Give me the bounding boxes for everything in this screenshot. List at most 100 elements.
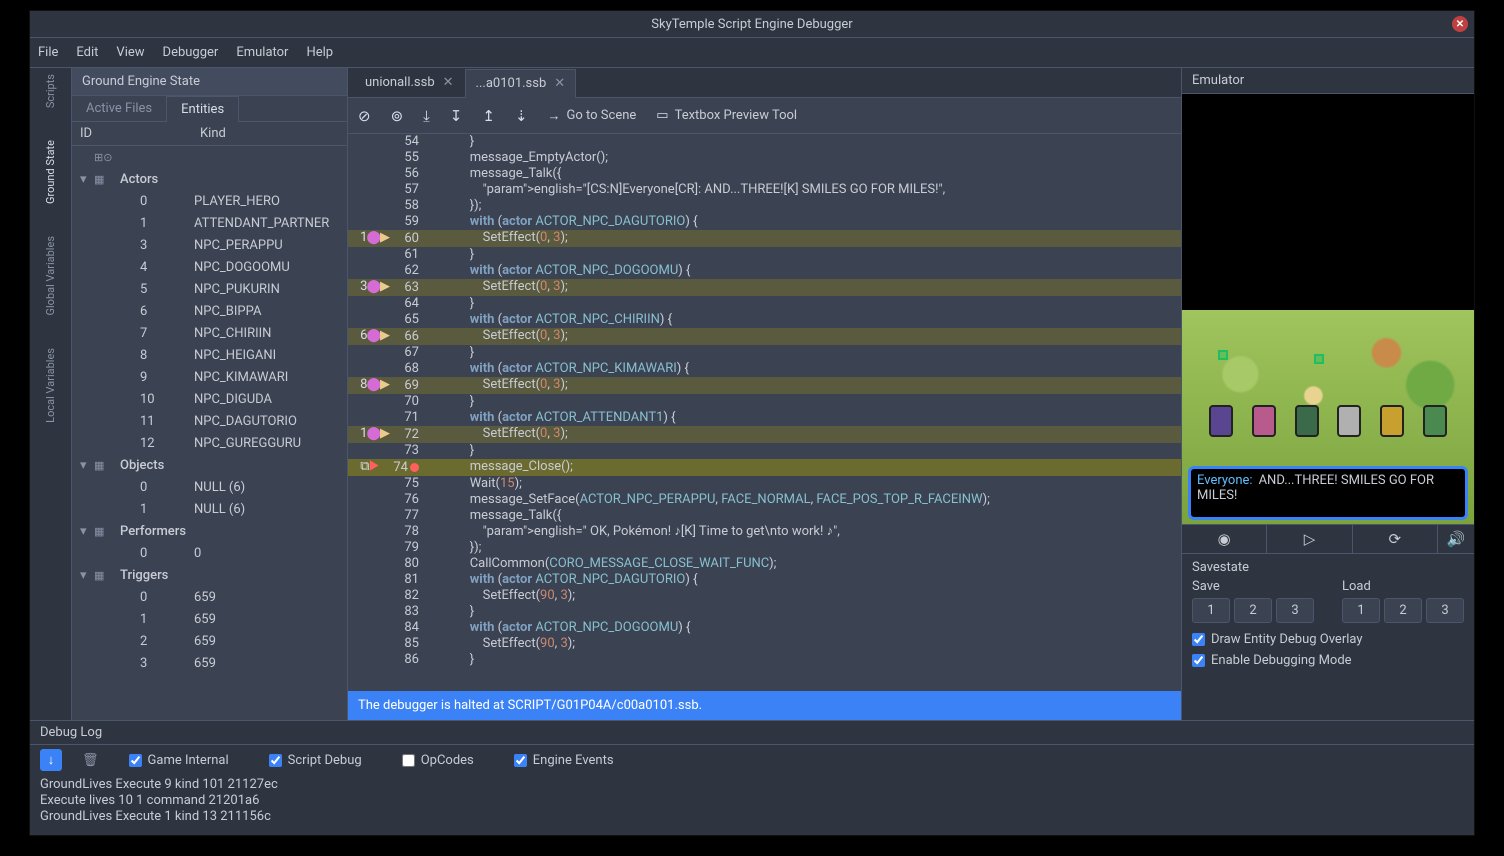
file-tab-unionall[interactable]: unionall.ssb ✕ [354,68,465,97]
debugmode-checkbox[interactable]: Enable Debugging Mode [1182,650,1474,671]
tree-item[interactable]: 10NPC_DIGUDA [72,388,347,410]
code-line[interactable]: 76 message_SetFace(ACTOR_NPC_PERAPPU, FA… [348,492,1181,508]
sidetab-local-variables[interactable]: Local Variables [44,348,57,423]
entity-tree[interactable]: ⊞⊙▾▦Actors0PLAYER_HERO1ATTENDANT_PARTNER… [72,146,347,720]
code-line[interactable]: 8⬤▶69 SetEffect(0, 3); [348,377,1181,394]
menu-view[interactable]: View [116,45,144,60]
tree-item[interactable]: 5NPC_PUKURIN [72,278,347,300]
close-tab-icon[interactable]: ✕ [443,75,454,90]
code-line[interactable]: 71 with (actor ACTOR_ATTENDANT1) { [348,410,1181,426]
filter-opcodes[interactable]: OpCodes [392,750,484,771]
sidetab-scripts[interactable]: Scripts [44,74,57,108]
tree-item[interactable]: 1NULL (6) [72,498,347,520]
code-line[interactable]: 65 with (actor ACTOR_NPC_CHIRIIN) { [348,312,1181,328]
filter-script-debug[interactable]: Script Debug [259,750,372,771]
emu-reset-icon[interactable]: ◉ [1182,525,1267,553]
tree-group[interactable]: ▾▦Actors [72,168,347,190]
filter-game-internal[interactable]: Game Internal [119,750,239,771]
code-line[interactable]: 59 with (actor ACTOR_NPC_DAGUTORIO) { [348,214,1181,230]
debugmode-input[interactable] [1192,654,1205,667]
sidetab-global-variables[interactable]: Global Variables [44,236,57,316]
code-line[interactable]: 84 with (actor ACTOR_NPC_DOGOOMU) { [348,620,1181,636]
tree-item[interactable]: 7NPC_CHIRIIN [72,322,347,344]
save-slot-3[interactable]: 3 [1276,598,1314,623]
scroll-to-bottom-icon[interactable]: ↓ [40,749,62,771]
step-next-icon[interactable]: ⇣ [515,107,528,125]
emu-settings-icon[interactable]: ⟳ [1353,525,1438,553]
code-line[interactable]: 77 message_Talk({ [348,508,1181,524]
tree-item[interactable]: 0NULL (6) [72,476,347,498]
tree-item[interactable]: 12NPC_GUREGGURU [72,432,347,454]
menu-help[interactable]: Help [306,45,333,60]
tree-item[interactable]: 0PLAYER_HERO [72,190,347,212]
code-line[interactable]: 73 } [348,443,1181,459]
close-tab-icon[interactable]: ✕ [554,76,565,91]
code-line[interactable]: 61 } [348,247,1181,263]
tab-active-files[interactable]: Active Files [72,96,166,121]
tree-item[interactable]: 1659 [72,608,347,630]
textbox-preview-button[interactable]: ▭ Textbox Preview Tool [656,108,797,123]
step-into-icon[interactable]: ↧ [450,107,463,125]
tree-group[interactable]: ▾▦Triggers [72,564,347,586]
clear-log-icon[interactable]: 🗑 [82,753,99,768]
code-line[interactable]: 78 "param">english=" OK, Pokémon! ♪[K] T… [348,524,1181,540]
menu-edit[interactable]: Edit [76,45,98,60]
load-slot-3[interactable]: 3 [1426,598,1464,623]
menu-emulator[interactable]: Emulator [236,45,288,60]
tree-item[interactable]: 8NPC_HEIGANI [72,344,347,366]
sidetab-ground-state[interactable]: Ground State [44,140,57,204]
code-line[interactable]: 54 } [348,134,1181,150]
emulator-bottom-screen[interactable]: Everyone: AND...THREE! SMILES GO FOR MIL… [1182,310,1474,524]
code-line[interactable]: 1⬤▶60 SetEffect(0, 3); [348,230,1181,247]
tree-group[interactable]: ▾▦Performers [72,520,347,542]
tree-global[interactable]: ⊞⊙ [72,146,347,168]
tree-item[interactable]: 3NPC_PERAPPU [72,234,347,256]
step-out-icon[interactable]: ↥ [482,107,495,125]
code-line[interactable]: 86 } [348,652,1181,668]
code-line[interactable]: 79 }); [348,540,1181,556]
menu-file[interactable]: File [38,45,58,60]
code-line[interactable]: 64 } [348,296,1181,312]
tree-item[interactable]: 9NPC_KIMAWARI [72,366,347,388]
step-over-icon[interactable]: ⤓ [423,107,430,125]
emu-volume-icon[interactable]: 🔊 [1438,525,1474,553]
code-line[interactable]: 81 with (actor ACTOR_NPC_DAGUTORIO) { [348,572,1181,588]
code-line[interactable]: 56 message_Talk({ [348,166,1181,182]
code-line[interactable]: 62 with (actor ACTOR_NPC_DOGOOMU) { [348,263,1181,279]
code-line[interactable]: 57 "param">english="[CS:N]Everyone[CR]: … [348,182,1181,198]
go-to-scene-button[interactable]: → Go to Scene [548,108,637,124]
code-line[interactable]: ⧉▶74 message_Close(); [348,459,1181,476]
code-line[interactable]: 55 message_EmptyActor(); [348,150,1181,166]
tree-item[interactable]: 00 [72,542,347,564]
file-tab-a0101[interactable]: ...a0101.ssb ✕ [465,69,577,98]
code-line[interactable]: 80 CallCommon(CORO_MESSAGE_CLOSE_WAIT_FU… [348,556,1181,572]
tab-entities[interactable]: Entities [166,96,239,122]
load-slot-1[interactable]: 1 [1342,598,1380,623]
menu-debugger[interactable]: Debugger [163,45,219,60]
load-slot-2[interactable]: 2 [1384,598,1422,623]
overlay-checkbox[interactable]: Draw Entity Debug Overlay [1182,629,1474,650]
resume-icon[interactable]: ⊚ [391,107,404,125]
code-line[interactable]: 70 } [348,394,1181,410]
tree-item[interactable]: 6NPC_BIPPA [72,300,347,322]
code-line[interactable]: 68 with (actor ACTOR_NPC_KIMAWARI) { [348,361,1181,377]
tree-item[interactable]: 0659 [72,586,347,608]
toggle-breakpoints-icon[interactable]: ⊘ [358,107,371,125]
tree-group[interactable]: ▾▦Objects [72,454,347,476]
close-icon[interactable]: ✕ [1452,16,1468,32]
code-line[interactable]: 82 SetEffect(90, 3); [348,588,1181,604]
tree-item[interactable]: 3659 [72,652,347,674]
tree-item[interactable]: 1ATTENDANT_PARTNER [72,212,347,234]
code-line[interactable]: 83 } [348,604,1181,620]
code-line[interactable]: 58 }); [348,198,1181,214]
filter-engine-events[interactable]: Engine Events [504,750,624,771]
code-line[interactable]: 85 SetEffect(90, 3); [348,636,1181,652]
code-line[interactable]: 75 Wait(15); [348,476,1181,492]
code-line[interactable]: 67 } [348,345,1181,361]
save-slot-1[interactable]: 1 [1192,598,1230,623]
tree-item[interactable]: 4NPC_DOGOOMU [72,256,347,278]
tree-item[interactable]: 11NPC_DAGUTORIO [72,410,347,432]
emu-play-icon[interactable]: ▷ [1267,525,1352,553]
code-line[interactable]: 3⬤▶63 SetEffect(0, 3); [348,279,1181,296]
tree-item[interactable]: 2659 [72,630,347,652]
